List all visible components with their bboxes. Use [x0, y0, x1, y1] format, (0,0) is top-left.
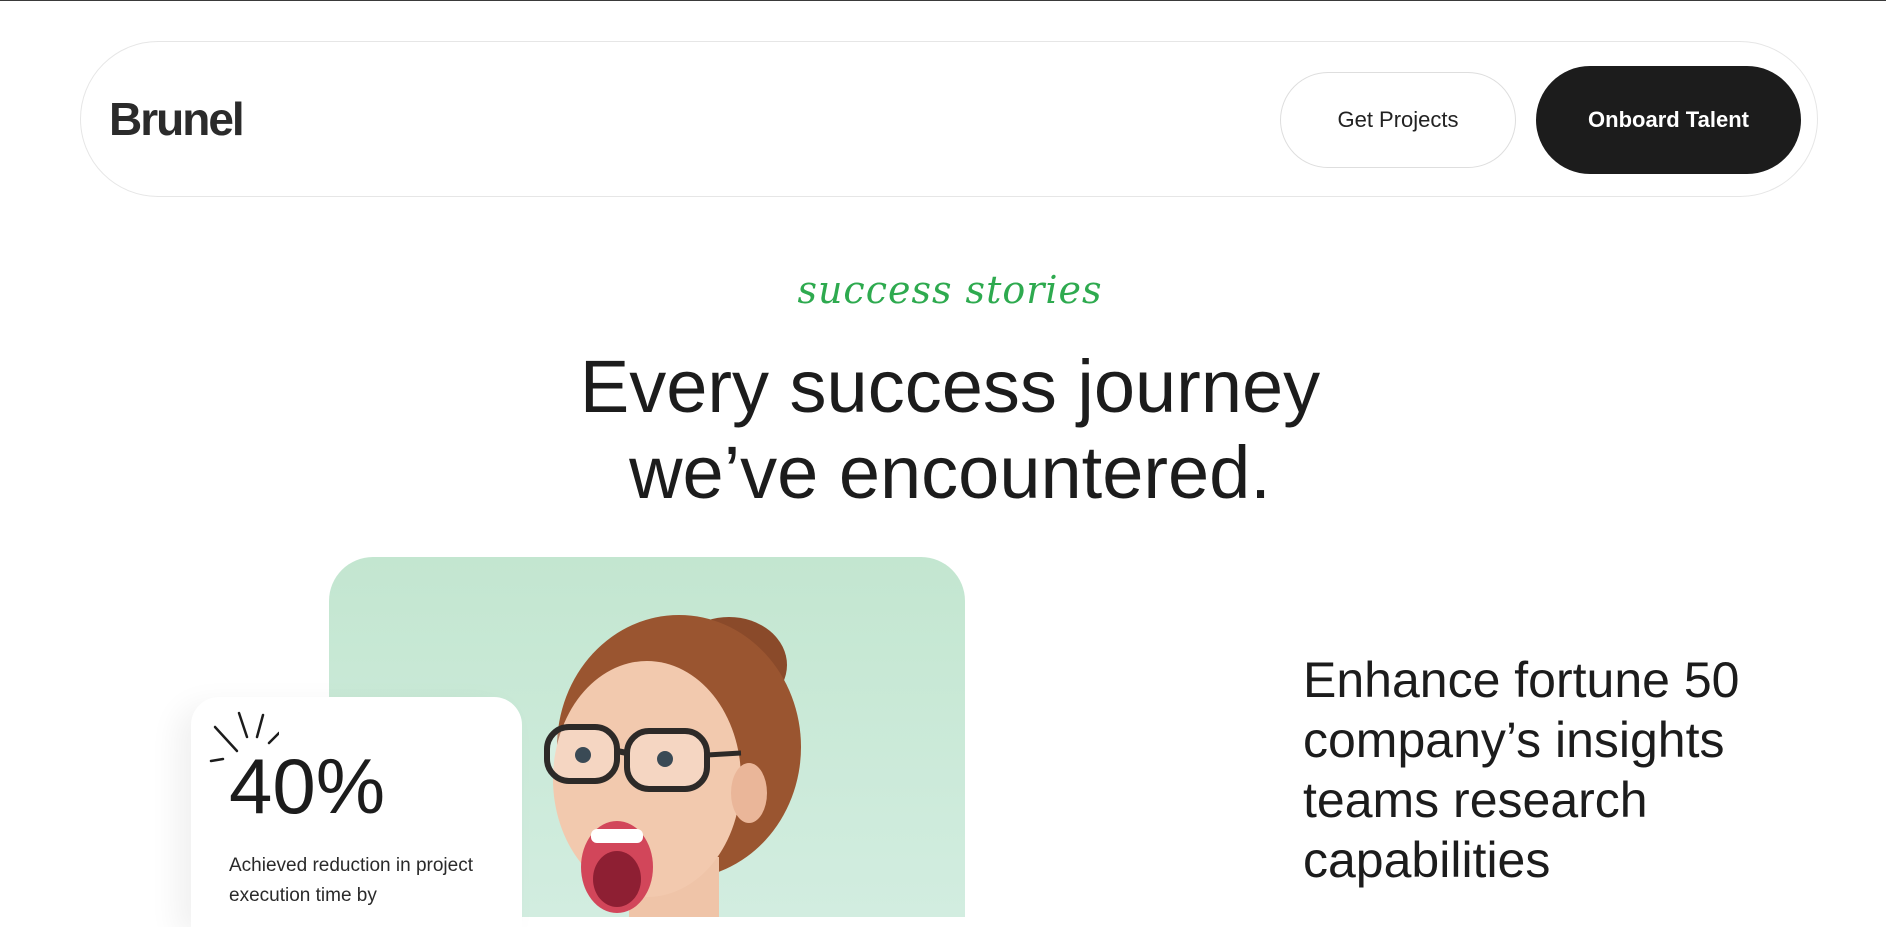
onboard-talent-button[interactable]: Onboard Talent: [1536, 66, 1801, 174]
get-projects-button[interactable]: Get Projects: [1280, 72, 1516, 168]
stat-description: Achieved reduction in project execution …: [229, 855, 473, 906]
section-eyebrow: success stories: [797, 268, 1103, 312]
top-border: [0, 0, 1886, 1]
story-title[interactable]: Enhance fortune 50 company’s insights te…: [1303, 650, 1843, 890]
brand-logo[interactable]: Brunel: [109, 92, 245, 146]
headline-line-2: we’ve encountered.: [629, 431, 1271, 514]
section-headline: Every success journey we’ve encountered.: [0, 344, 1886, 516]
stat-value: 40%: [229, 742, 386, 830]
site-header: Brunel Get Projects Onboard Talent: [80, 41, 1818, 197]
headline-line-1: Every success journey: [579, 345, 1321, 428]
stat-card: 40% Achieved reduction in project execut…: [191, 697, 522, 927]
